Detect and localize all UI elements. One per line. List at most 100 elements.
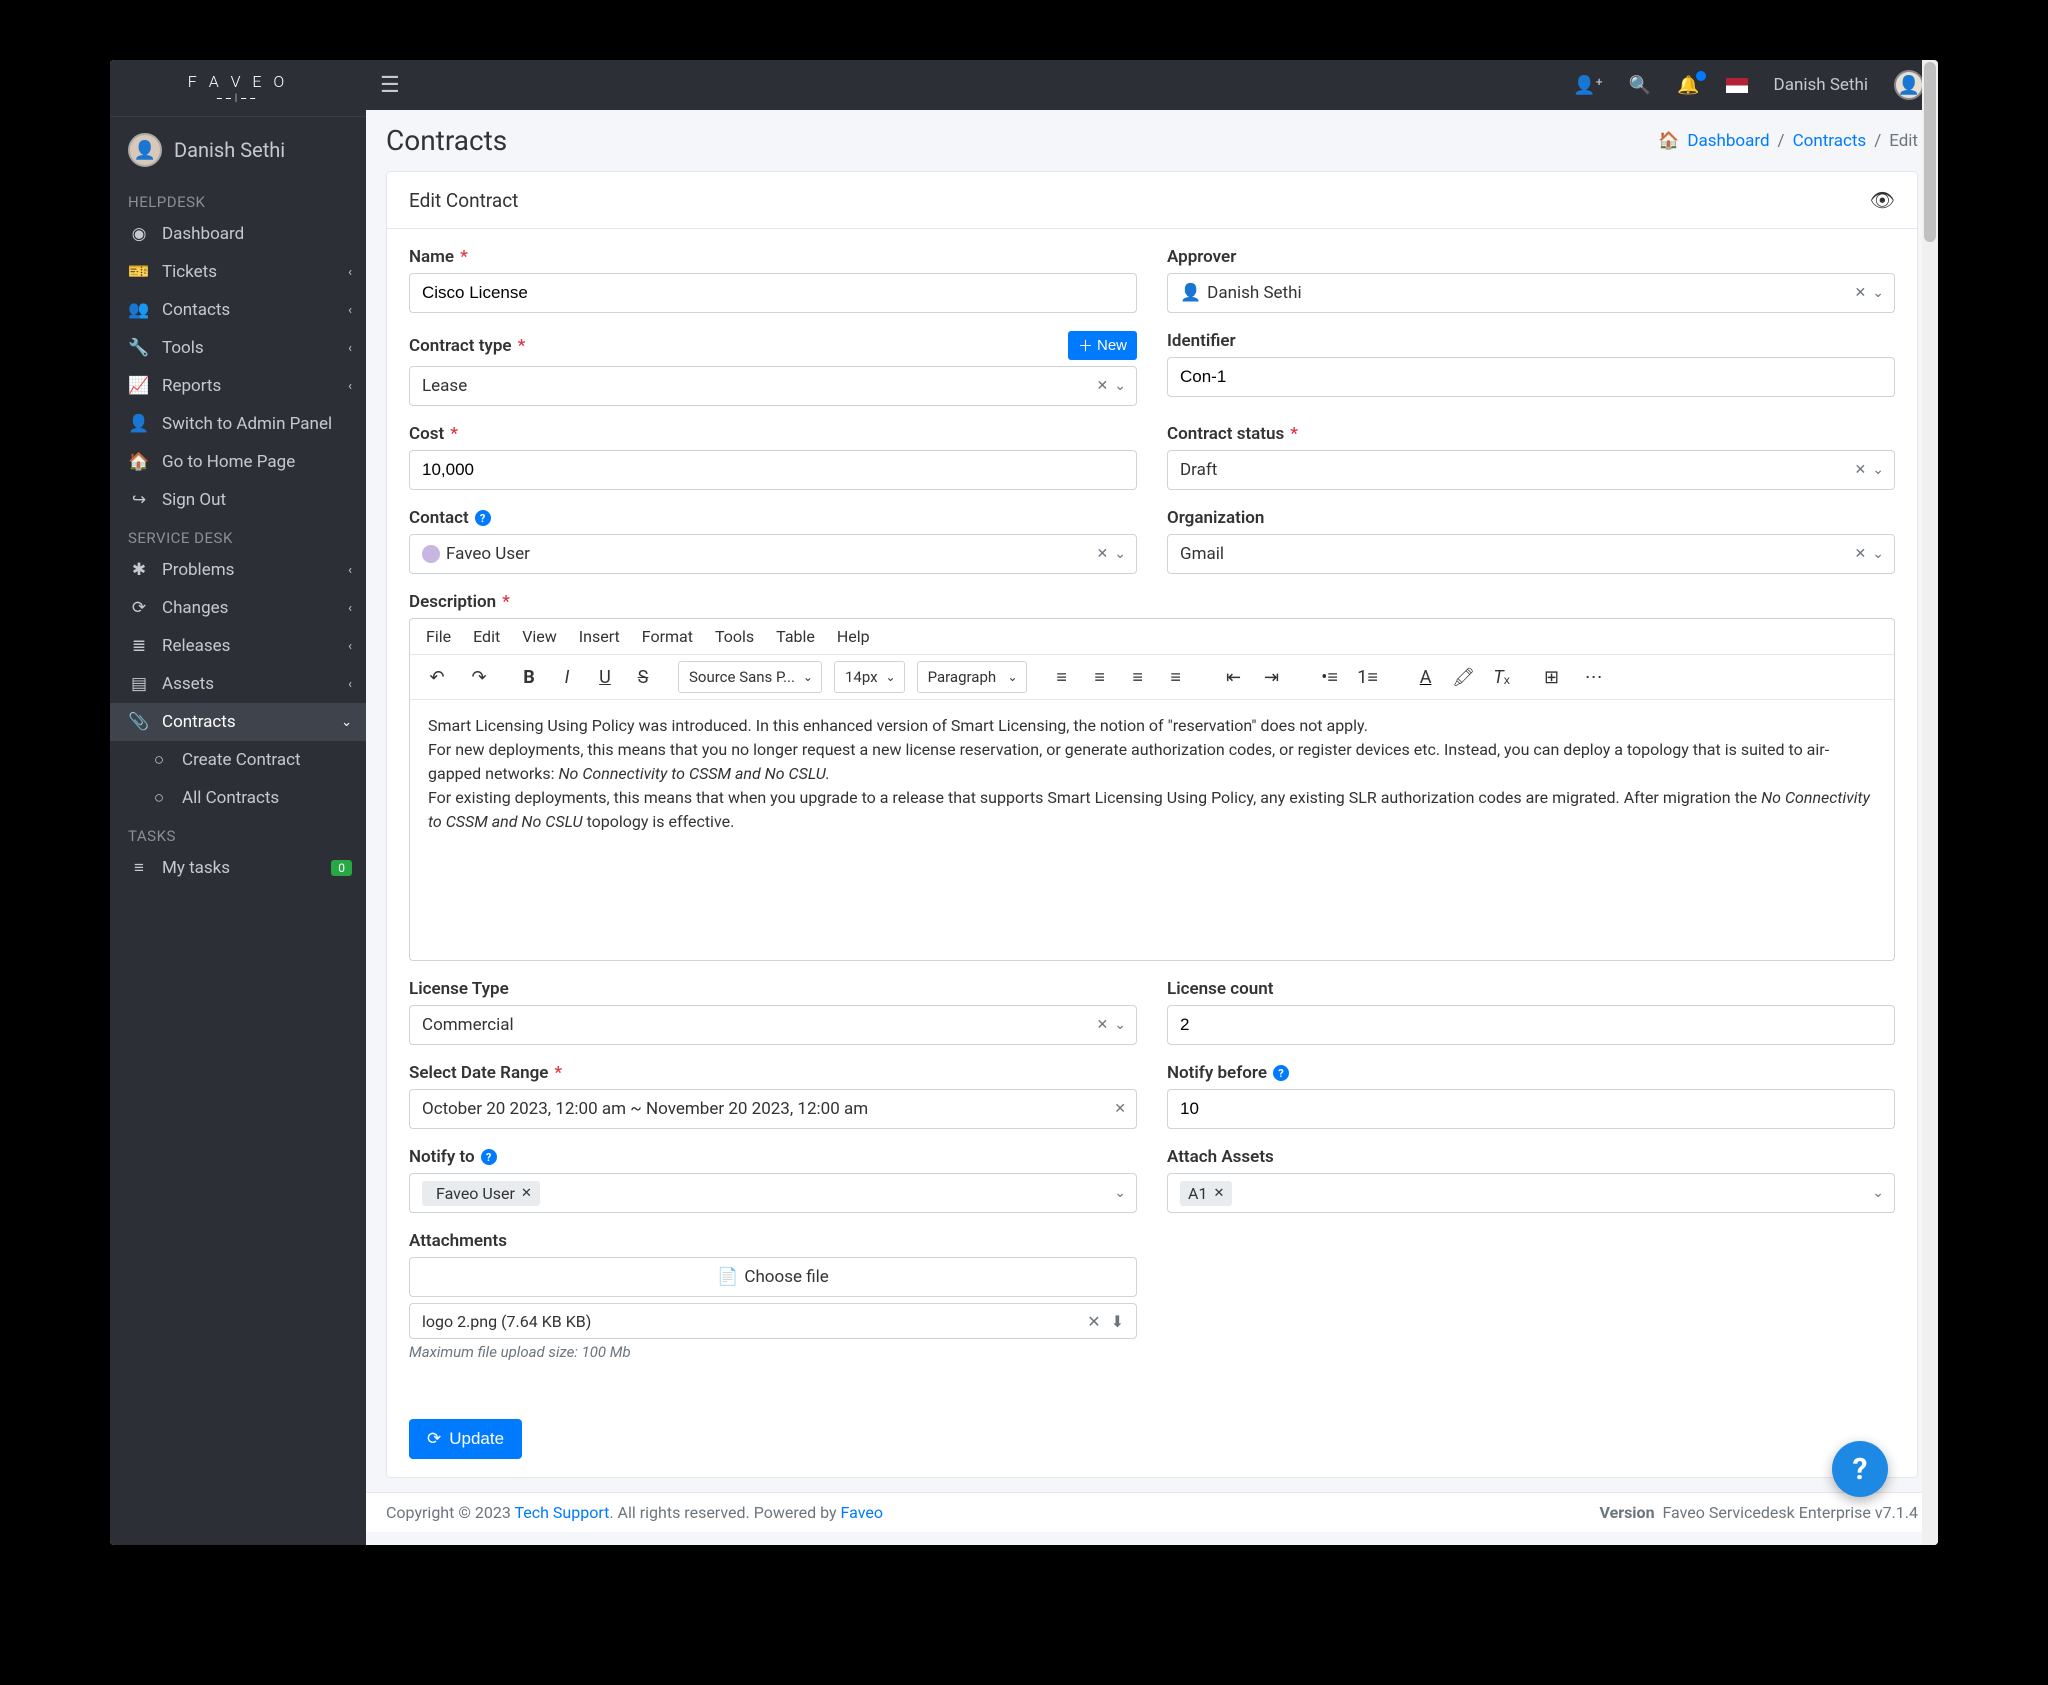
menu-insert[interactable]: Insert: [579, 627, 620, 646]
update-button[interactable]: ⟳Update: [409, 1419, 522, 1459]
clear-icon[interactable]: ✕: [1855, 546, 1867, 562]
chevron-down-icon[interactable]: ⌄: [1114, 1017, 1126, 1033]
eye-icon[interactable]: 👁: [1870, 188, 1895, 212]
sidebar-item-signout[interactable]: ↪Sign Out: [110, 481, 366, 519]
chevron-down-icon[interactable]: ⌄: [1872, 546, 1884, 562]
indent-icon[interactable]: ⇥: [1257, 662, 1287, 692]
download-icon[interactable]: ⬇: [1111, 1312, 1124, 1331]
outdent-icon[interactable]: ⇤: [1219, 662, 1249, 692]
notify-before-input[interactable]: [1167, 1089, 1895, 1129]
contract-type-select[interactable]: Lease ✕⌄: [409, 366, 1137, 406]
chevron-down-icon[interactable]: ⌄: [1114, 546, 1126, 562]
menu-tools[interactable]: Tools: [715, 627, 754, 646]
underline-icon[interactable]: U: [590, 662, 620, 692]
menu-format[interactable]: Format: [642, 627, 693, 646]
text-color-icon[interactable]: A: [1411, 662, 1441, 692]
align-center-icon[interactable]: ≡: [1085, 662, 1115, 692]
remove-tag-icon[interactable]: ✕: [521, 1186, 532, 1201]
bold-icon[interactable]: B: [514, 662, 544, 692]
sidebar-item-tickets[interactable]: 🎫Tickets‹: [110, 253, 366, 291]
highlight-icon[interactable]: 🖍: [1449, 662, 1479, 692]
bullet-list-icon[interactable]: •≡: [1315, 662, 1345, 692]
table-icon[interactable]: ⊞: [1537, 662, 1567, 692]
chevron-down-icon[interactable]: ⌄: [1114, 1185, 1126, 1201]
font-select[interactable]: Source Sans P...: [678, 661, 822, 693]
flag-icon[interactable]: [1726, 78, 1748, 93]
remove-file-icon[interactable]: ✕: [1087, 1312, 1100, 1331]
sidebar-user[interactable]: 👤 Danish Sethi: [110, 117, 366, 183]
align-left-icon[interactable]: ≡: [1047, 662, 1077, 692]
chevron-down-icon[interactable]: ⌄: [1872, 462, 1884, 478]
size-select[interactable]: 14px: [834, 661, 905, 693]
search-icon[interactable]: 🔍: [1629, 75, 1651, 96]
name-input[interactable]: [409, 273, 1137, 313]
date-range-input[interactable]: October 20 2023, 12:00 am ~ November 20 …: [409, 1089, 1137, 1129]
contact-select[interactable]: Faveo User ✕⌄: [409, 534, 1137, 574]
hamburger-icon[interactable]: ☰: [380, 73, 400, 98]
help-icon[interactable]: ?: [475, 510, 491, 526]
organization-select[interactable]: Gmail ✕⌄: [1167, 534, 1895, 574]
sidebar-item-create-contract[interactable]: ○Create Contract: [110, 741, 366, 779]
clear-icon[interactable]: ✕: [1097, 1017, 1109, 1033]
number-list-icon[interactable]: 1≡: [1353, 662, 1383, 692]
contract-status-select[interactable]: Draft ✕⌄: [1167, 450, 1895, 490]
cost-input[interactable]: [409, 450, 1137, 490]
clear-icon[interactable]: ✕: [1114, 1101, 1126, 1117]
sidebar-item-assets[interactable]: ▤Assets‹: [110, 665, 366, 703]
align-justify-icon[interactable]: ≡: [1161, 662, 1191, 692]
strike-icon[interactable]: S: [628, 662, 658, 692]
chevron-down-icon[interactable]: ⌄: [1872, 1185, 1884, 1201]
sidebar-item-contacts[interactable]: 👥Contacts‹: [110, 291, 366, 329]
notify-to-select[interactable]: Faveo User✕ ⌄: [409, 1173, 1137, 1213]
sidebar-item-changes[interactable]: ⟳Changes‹: [110, 589, 366, 627]
sidebar-item-home[interactable]: 🏠Go to Home Page: [110, 443, 366, 481]
new-contract-type-button[interactable]: ＋New: [1068, 331, 1137, 360]
style-select[interactable]: Paragraph: [917, 661, 1027, 693]
attach-assets-select[interactable]: A1✕ ⌄: [1167, 1173, 1895, 1213]
license-type-select[interactable]: Commercial ✕⌄: [409, 1005, 1137, 1045]
menu-help[interactable]: Help: [837, 627, 870, 646]
undo-icon[interactable]: ↶: [422, 662, 452, 692]
sidebar-item-admin[interactable]: 👤Switch to Admin Panel: [110, 405, 366, 443]
menu-view[interactable]: View: [522, 627, 557, 646]
clear-icon[interactable]: ✕: [1855, 462, 1867, 478]
chevron-down-icon[interactable]: ⌄: [1872, 285, 1884, 301]
more-icon[interactable]: ⋯: [1579, 662, 1609, 692]
sidebar-item-releases[interactable]: ≣Releases‹: [110, 627, 366, 665]
sidebar-item-contracts[interactable]: 📎Contracts⌄: [110, 703, 366, 741]
approver-select[interactable]: 👤Danish Sethi ✕⌄: [1167, 273, 1895, 313]
topbar-user-name[interactable]: Danish Sethi: [1774, 75, 1868, 95]
clear-icon[interactable]: ✕: [1097, 378, 1109, 394]
sidebar-item-problems[interactable]: ✱Problems‹: [110, 551, 366, 589]
sidebar-item-reports[interactable]: 📈Reports‹: [110, 367, 366, 405]
tech-support-link[interactable]: Tech Support: [514, 1503, 609, 1522]
faveo-link[interactable]: Faveo: [841, 1503, 883, 1522]
clear-format-icon[interactable]: Tₓ: [1487, 662, 1517, 692]
help-icon[interactable]: ?: [1273, 1065, 1289, 1081]
chevron-down-icon[interactable]: ⌄: [1114, 378, 1126, 394]
license-count-input[interactable]: [1167, 1005, 1895, 1045]
choose-file-button[interactable]: 📄Choose file: [409, 1257, 1137, 1297]
editor-body[interactable]: Smart Licensing Using Policy was introdu…: [410, 700, 1894, 960]
align-right-icon[interactable]: ≡: [1123, 662, 1153, 692]
breadcrumb-dashboard[interactable]: Dashboard: [1687, 131, 1769, 151]
clear-icon[interactable]: ✕: [1855, 285, 1867, 301]
help-icon[interactable]: ?: [481, 1149, 497, 1165]
identifier-input[interactable]: [1167, 357, 1895, 397]
sidebar-item-dashboard[interactable]: ◉Dashboard: [110, 215, 366, 253]
menu-edit[interactable]: Edit: [473, 627, 500, 646]
help-fab[interactable]: ?: [1832, 1441, 1888, 1497]
bell-icon[interactable]: 🔔: [1677, 75, 1699, 96]
menu-file[interactable]: File: [426, 627, 451, 646]
italic-icon[interactable]: I: [552, 662, 582, 692]
scrollbar[interactable]: [1922, 60, 1938, 1545]
menu-table[interactable]: Table: [776, 627, 815, 646]
clear-icon[interactable]: ✕: [1097, 546, 1109, 562]
remove-tag-icon[interactable]: ✕: [1213, 1186, 1224, 1201]
sidebar-item-tools[interactable]: 🔧Tools‹: [110, 329, 366, 367]
sidebar-item-mytasks[interactable]: ≡My tasks0: [110, 849, 366, 887]
user-plus-icon[interactable]: 👤⁺: [1573, 75, 1603, 96]
avatar[interactable]: 👤: [1894, 70, 1924, 100]
redo-icon[interactable]: ↷: [464, 662, 494, 692]
sidebar-item-all-contracts[interactable]: ○All Contracts: [110, 779, 366, 817]
